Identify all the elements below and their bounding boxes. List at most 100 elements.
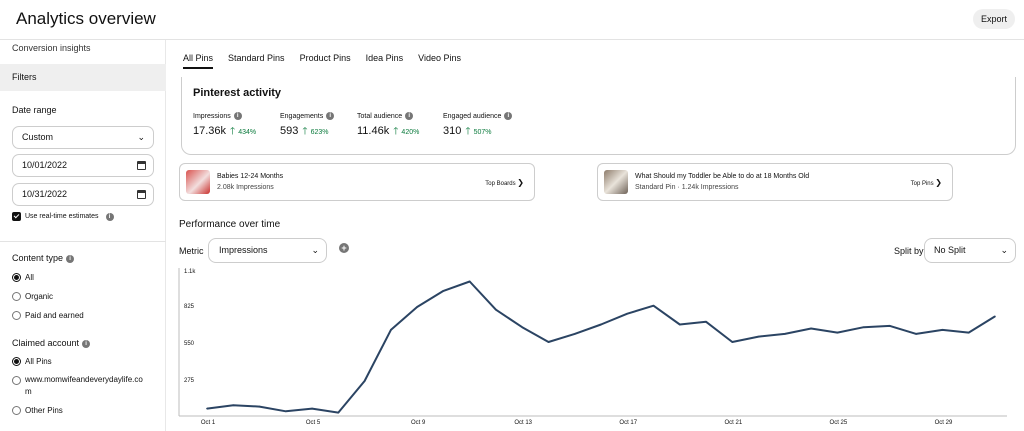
board-thumbnail [186,170,210,194]
split-by-select[interactable]: No Split ⌄ [924,238,1016,263]
metric-select-value: Impressions [219,245,268,255]
radio-button[interactable] [12,292,21,301]
top-board-card[interactable]: Babies 12-24 Months 2.08k Impressions To… [179,163,535,201]
radio-button[interactable] [12,406,21,415]
metric-engaged-audience: Engaged audience i 310 🡑 507% [443,112,513,141]
metric-label-text: Impressions [193,112,231,120]
conversion-insights-link[interactable]: Conversion insights [12,43,91,53]
x-tick-label: Oct 1 [201,420,216,426]
split-by-label: Split by [894,246,924,256]
claimed-account-option-site[interactable]: www.momwifeandeverydaylife.com [12,375,145,398]
y-tick-label: 275 [184,378,195,384]
divider [0,241,166,242]
metric-change: 623% [310,129,329,136]
arrow-up-icon: 🡑 [465,126,471,137]
top-pin-card[interactable]: What Should my Toddler be Able to do at … [597,163,953,201]
chevron-down-icon: ⌄ [311,245,319,255]
radio-button[interactable] [12,357,21,366]
activity-title: Pinterest activity [193,87,282,99]
content-type-option-label: Paid and earned [25,311,84,320]
metric-value-row: 11.46k 🡑 420% [357,124,419,141]
metric-select[interactable]: Impressions ⌄ [208,238,327,263]
info-icon[interactable]: i [82,339,91,348]
data-point [784,333,786,335]
start-date-value: 10/01/2022 [22,160,68,170]
metric-label: Total audience i [357,112,419,120]
realtime-checkbox[interactable] [12,212,21,221]
x-tick-label: Oct 21 [724,420,742,426]
top-boards-link[interactable]: Top Boards ❯ [485,178,524,187]
metric-engagements: Engagements i 593 🡑 623% [280,112,335,141]
claimed-account-option-label: www.momwifeandeverydaylife.com [25,375,143,396]
claimed-account-text: Claimed account [12,338,80,348]
info-icon[interactable]: i [233,112,242,120]
data-point [206,407,208,410]
top-boards-link-label: Top Boards [485,181,516,187]
data-point [652,304,655,307]
split-by-value: No Split [934,245,966,255]
pin-thumbnail [604,170,628,194]
radio-button[interactable] [12,273,21,282]
realtime-label: Use real-time estimates [25,213,99,220]
metric-label-text: Engagements [280,112,324,120]
content-type-option-label: All [25,273,34,282]
content-type-option-all[interactable]: All [12,273,34,282]
content-type-text: Content type [12,253,64,263]
claimed-account-option-all[interactable]: All Pins [12,357,52,366]
info-icon[interactable]: i [405,112,414,120]
realtime-estimates-option[interactable]: Use real-time estimates i [12,212,114,221]
tab-all-pins[interactable]: All Pins [183,53,214,69]
tab-standard-pins[interactable]: Standard Pins [228,53,285,67]
filter-sidebar: Conversion insights Filters Date range C… [0,40,166,431]
radio-button[interactable] [12,376,21,385]
tab-idea-pins[interactable]: Idea Pins [366,53,404,67]
claimed-account-option-other[interactable]: Other Pins [12,406,63,415]
y-tick-label: 550 [184,341,195,347]
x-tick-label: Oct 25 [830,420,848,426]
performance-title: Performance over time [179,219,281,230]
content-type-label: Content type i [12,253,75,263]
tab-product-pins[interactable]: Product Pins [300,53,351,67]
metric-change: 420% [401,129,420,136]
info-icon[interactable]: i [105,212,114,221]
info-icon[interactable]: i [66,254,75,263]
calendar-icon [137,190,146,199]
metric-value-row: 310 🡑 507% [443,124,512,141]
date-range-select[interactable]: Custom ⌄ [12,126,154,149]
radio-button[interactable] [12,311,21,320]
data-point [521,326,523,328]
content-type-option-organic[interactable]: Organic [12,292,53,301]
tab-video-pins[interactable]: Video Pins [418,53,461,67]
top-board-impressions: 2.08k Impressions [217,184,274,191]
metric-impressions: Impressions i 17.36k 🡑 434% [193,112,256,141]
info-icon[interactable]: i [326,112,335,120]
metric-value: 11.46k [357,125,390,137]
data-point [363,380,366,382]
top-pins-link-label: Top Pins [910,181,934,187]
data-point [495,308,497,311]
data-point [573,333,576,335]
x-tick-label: Oct 13 [514,420,532,426]
info-icon[interactable]: i [504,112,513,120]
claimed-account-label: Claimed account i [12,338,91,348]
data-point [941,329,944,331]
data-point [390,329,392,331]
data-point [810,327,812,330]
data-point [967,331,970,334]
performance-chart: 275 550 825 1.1k Oct 1 Oct 5 Oct 9 Oct 13 Oct 17… [178,268,1007,426]
metric-value-row: 593 🡑 623% [280,124,334,141]
metric-label: Metric [179,246,204,256]
data-point [337,411,340,414]
end-date-input[interactable]: 10/31/2022 [12,183,154,206]
add-metric-button[interactable]: + [339,243,349,253]
content-type-option-paid[interactable]: Paid and earned [12,311,84,320]
export-button[interactable]: Export [972,9,1015,29]
date-range-label: Date range [12,105,57,115]
y-tick-label: 1.1k [184,269,196,275]
impressions-series-line [206,280,996,414]
data-point [731,341,734,343]
start-date-input[interactable]: 10/01/2022 [12,154,154,177]
data-point [757,335,760,338]
data-point [994,315,996,318]
top-pins-link[interactable]: Top Pins ❯ [911,178,942,187]
